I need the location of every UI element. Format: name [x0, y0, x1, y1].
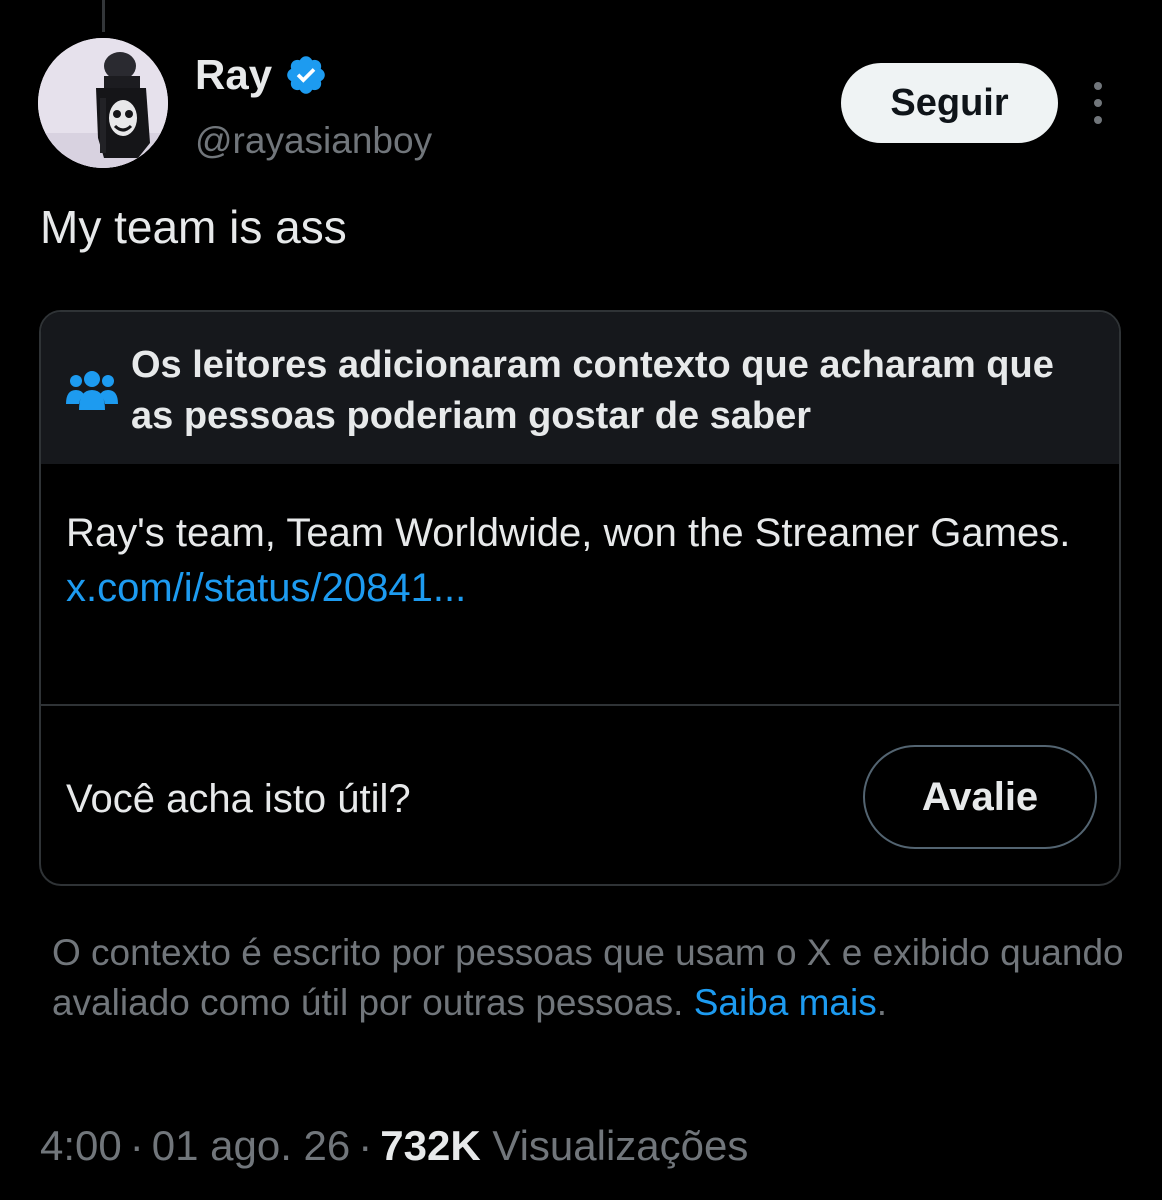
more-dot — [1094, 116, 1102, 124]
tweet-text: My team is ass — [40, 201, 347, 253]
community-note-text: Ray's team, Team Worldwide, won the Stre… — [66, 511, 1071, 555]
people-icon — [65, 368, 119, 412]
tweet-date[interactable]: 01 ago. 26 — [152, 1122, 351, 1169]
more-vertical-icon[interactable] — [1080, 82, 1116, 124]
community-note-title: Os leitores adicionaram contexto que ach… — [131, 344, 1054, 437]
helpful-question: Você acha isto útil? — [66, 777, 411, 821]
views-label: Visualizações — [492, 1122, 749, 1169]
follow-button[interactable]: Seguir — [841, 63, 1058, 143]
context-disclaimer-text: O contexto é escrito por pessoas que usa… — [52, 932, 1124, 1023]
meta-separator: · — [358, 1122, 373, 1169]
community-note-body: Ray's team, Team Worldwide, won the Stre… — [66, 506, 1086, 616]
divider — [41, 704, 1119, 706]
views-count: 732K — [380, 1122, 481, 1169]
author-name-row: Ray — [195, 50, 328, 100]
author-display-name[interactable]: Ray — [195, 50, 272, 100]
author-avatar[interactable] — [38, 38, 168, 168]
community-note-source-link[interactable]: x.com/i/status/20841... — [66, 561, 1086, 616]
context-disclaimer-period: . — [876, 982, 887, 1023]
tweet-metadata: 4:00 · 01 ago. 26 · 732K Visualizações — [40, 1118, 748, 1174]
more-dot — [1094, 82, 1102, 90]
meta-separator: · — [129, 1122, 144, 1169]
verified-badge-icon — [284, 53, 328, 97]
more-dot — [1094, 99, 1102, 107]
tweet-time[interactable]: 4:00 — [40, 1122, 122, 1169]
context-disclaimer: O contexto é escrito por pessoas que usa… — [52, 928, 1132, 1028]
profile-photo-icon — [38, 38, 168, 168]
rate-note-button[interactable]: Avalie — [863, 745, 1097, 849]
community-note-header: Os leitores adicionaram contexto que ach… — [41, 312, 1119, 464]
community-note-card: Os leitores adicionaram contexto que ach… — [39, 310, 1121, 886]
author-handle[interactable]: @rayasianboy — [195, 118, 432, 164]
learn-more-link[interactable]: Saiba mais — [694, 982, 877, 1023]
thread-connector-line — [102, 0, 105, 32]
